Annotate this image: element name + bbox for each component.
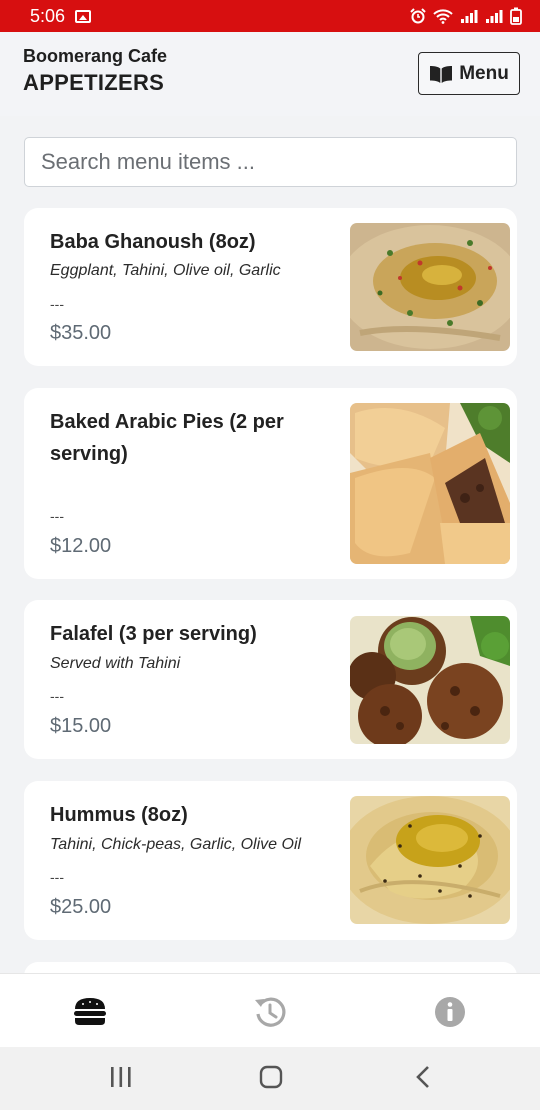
alarm-icon (410, 8, 426, 24)
baba-ghanoush-image (350, 223, 510, 351)
bottom-nav (0, 973, 540, 1048)
item-price: $25.00 (50, 896, 112, 918)
nav-history-tab[interactable] (252, 994, 288, 1030)
item-name: Baked Arabic Pies (2 per serving) (50, 411, 284, 465)
info-icon (435, 997, 465, 1027)
history-icon (255, 997, 286, 1027)
item-separator: --- (50, 869, 64, 885)
item-name: Falafel (3 per serving) (50, 623, 257, 645)
item-separator: --- (50, 296, 64, 312)
arabic-pies-image (350, 403, 510, 564)
recent-apps-icon[interactable] (110, 1065, 132, 1089)
menu-button-label: Menu (459, 62, 509, 84)
item-separator: --- (50, 688, 64, 704)
falafel-image (350, 616, 510, 744)
status-bar: 5:06 (0, 0, 540, 32)
item-separator: --- (50, 508, 64, 524)
menu-item-card[interactable]: Falafel (3 per serving) Served with Tahi… (24, 600, 517, 759)
menu-button[interactable]: Menu (418, 52, 520, 95)
nav-menu-tab[interactable] (72, 994, 108, 1030)
status-time: 5:06 (30, 5, 66, 26)
menu-item-card[interactable]: Baked Arabic Pies (2 per serving) --- $1… (24, 388, 517, 579)
book-icon (430, 65, 453, 83)
item-description: Eggplant, Tahini, Olive oil, Garlic (50, 262, 281, 279)
hummus-image (350, 796, 510, 924)
item-name: Baba Ghanoush (8oz) (50, 231, 256, 253)
signal-icon-2 (486, 10, 503, 23)
menu-item-card[interactable]: Baba Ghanoush (8oz) Eggplant, Tahini, Ol… (24, 208, 517, 366)
home-icon[interactable] (259, 1065, 283, 1089)
cafe-name: Boomerang Cafe (23, 46, 168, 66)
signal-icon (461, 10, 478, 23)
page-title: APPETIZERS (23, 70, 165, 95)
item-description: Tahini, Chick-peas, Garlic, Olive Oil (50, 836, 302, 853)
nav-info-tab[interactable] (432, 994, 468, 1030)
item-description: Served with Tahini (50, 655, 181, 672)
wifi-icon (433, 9, 453, 24)
item-name: Hummus (8oz) (50, 804, 188, 826)
system-nav-bar (0, 1047, 540, 1110)
gallery-notification-icon (75, 9, 92, 23)
back-icon[interactable] (414, 1065, 432, 1089)
menu-item-card[interactable]: Hummus (8oz) Tahini, Chick-peas, Garlic,… (24, 781, 517, 940)
search-input[interactable] (24, 137, 517, 187)
status-icons (410, 7, 522, 25)
item-price: $15.00 (50, 715, 112, 737)
item-price: $12.00 (50, 535, 112, 557)
battery-icon (510, 7, 522, 25)
app-header: Boomerang Cafe APPETIZERS Menu (0, 32, 540, 116)
item-price: $35.00 (50, 322, 112, 344)
burger-icon (74, 998, 106, 1025)
